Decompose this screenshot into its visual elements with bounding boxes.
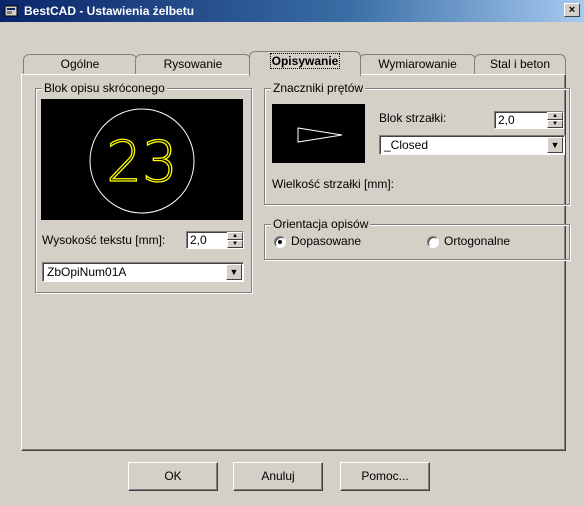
window-title: BestCAD - Ustawienia żelbetu [24, 4, 195, 18]
block-name-combo[interactable]: ZbOpiNum01A ▼ [42, 262, 244, 282]
arrow-block-label: Blok strzałki: [379, 111, 447, 125]
arrow-type-value: _Closed [384, 138, 429, 152]
tab-stal-i-beton[interactable]: Stal i beton [474, 54, 566, 74]
arrow-symbol [297, 127, 343, 143]
group-title: Znaczniki prętów [271, 81, 366, 95]
block-name-value: ZbOpiNum01A [47, 265, 127, 279]
text-height-spinner[interactable]: 2,0 ▲ ▼ [186, 231, 244, 249]
app-icon [4, 5, 18, 17]
group-title: Orientacja opisów [271, 217, 371, 231]
tab-rysowanie[interactable]: Rysowanie [135, 54, 251, 74]
label-preview: 23 [41, 99, 243, 220]
help-button[interactable]: Pomoc... [340, 462, 430, 491]
arrow-preview [272, 104, 365, 163]
radio-button[interactable] [427, 236, 439, 248]
radio-button[interactable] [274, 236, 286, 248]
text-height-value: 2,0 [190, 233, 207, 247]
spin-down-icon[interactable]: ▼ [547, 120, 563, 128]
radio-label: Dopasowane [291, 234, 362, 248]
cancel-button[interactable]: Anuluj [233, 462, 323, 491]
ok-button[interactable]: OK [128, 462, 218, 491]
dropdown-arrow-icon[interactable]: ▼ [226, 264, 242, 280]
arrow-type-combo[interactable]: _Closed ▼ [379, 135, 565, 155]
radio-label: Ortogonalne [444, 234, 511, 248]
arrow-size-label: Wielkość strzałki [mm]: [272, 177, 395, 191]
spin-up-icon[interactable]: ▲ [547, 112, 563, 120]
close-icon: × [568, 4, 576, 16]
close-button[interactable]: × [564, 3, 580, 17]
tab-wymiarowanie[interactable]: Wymiarowanie [359, 54, 476, 74]
text-height-label: Wysokość tekstu [mm]: [42, 233, 166, 247]
dropdown-arrow-icon[interactable]: ▼ [547, 137, 563, 153]
settings-dialog: BestCAD - Ustawienia żelbetu × Ogólne Ry… [0, 0, 584, 506]
title-bar: BestCAD - Ustawienia żelbetu × [0, 0, 584, 22]
spin-up-icon[interactable]: ▲ [227, 232, 243, 240]
tab-ogolne[interactable]: Ogólne [23, 54, 137, 74]
preview-number: 23 [106, 130, 177, 195]
arrow-block-spinner[interactable]: 2,0 ▲ ▼ [494, 111, 564, 129]
group-title: Blok opisu skróconego [42, 81, 167, 95]
preview-symbol: 23 [89, 108, 195, 214]
tab-opisywanie[interactable]: Opisywanie [249, 51, 361, 76]
arrow-block-value: 2,0 [498, 113, 515, 127]
spin-down-icon[interactable]: ▼ [227, 240, 243, 248]
radio-ortogonalne[interactable]: Ortogonalne [427, 234, 537, 250]
radio-dopasowane[interactable]: Dopasowane [274, 234, 384, 250]
